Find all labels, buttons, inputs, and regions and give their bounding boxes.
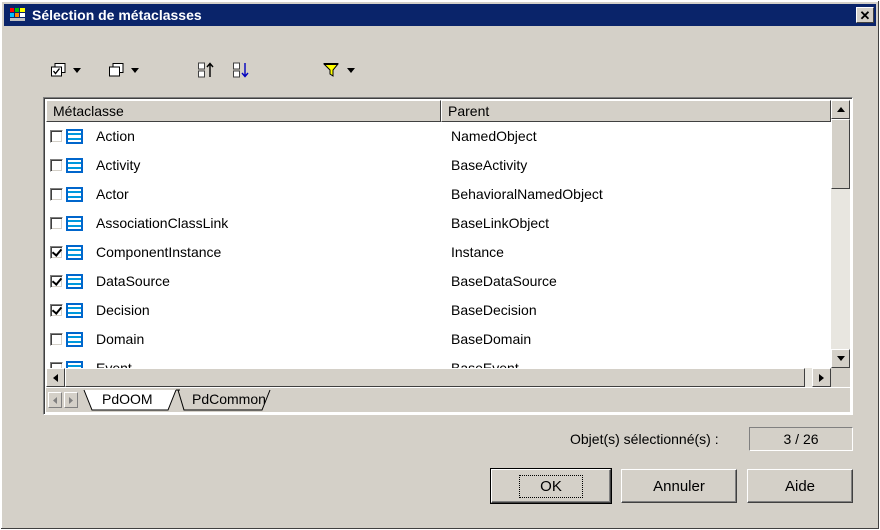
list-item[interactable]: ComponentInstance Instance <box>46 238 831 267</box>
horizontal-scrollbar[interactable] <box>46 368 831 387</box>
toolbar <box>43 59 403 85</box>
help-button[interactable]: Aide <box>747 469 853 503</box>
arrow-right-icon <box>819 373 824 382</box>
metaclass-icon <box>66 245 83 260</box>
selection-count-label: Objet(s) sélectionné(s) : <box>570 431 719 447</box>
arrow-left-icon <box>53 373 58 382</box>
scroll-up-button[interactable] <box>831 100 850 119</box>
metaclass-icon <box>66 129 83 144</box>
tab-pdcommon[interactable]: PdCommon <box>184 390 274 410</box>
metaclass-icon <box>66 274 83 289</box>
metaclass-app-icon <box>10 7 28 23</box>
list-item[interactable]: Decision BaseDecision <box>46 296 831 325</box>
metaclass-name: DataSource <box>96 273 170 289</box>
ok-button-label: OK <box>519 474 583 498</box>
metaclass-name: Decision <box>96 302 150 318</box>
select-all-icon <box>51 63 66 77</box>
tab-pdoom[interactable]: PdOOM <box>94 390 161 410</box>
row-checkbox[interactable] <box>50 159 63 172</box>
metaclass-name: Action <box>96 128 135 144</box>
row-checkbox-checked[interactable] <box>50 304 63 317</box>
tab-next-button[interactable] <box>64 392 78 408</box>
select-all-button[interactable] <box>51 59 81 81</box>
metaclass-parent: BaseLinkObject <box>451 215 550 231</box>
list-item[interactable]: Action NamedObject <box>46 122 831 151</box>
move-to-bottom-icon <box>233 62 249 78</box>
metaclass-list[interactable]: Métaclasse Parent Action NamedObject Act… <box>43 97 853 415</box>
cancel-button[interactable]: Annuler <box>621 469 737 503</box>
row-checkbox-checked[interactable] <box>50 275 63 288</box>
dialog-window: Sélection de métaclasses ✕ Métaclasse Pa… <box>0 0 880 530</box>
metaclass-icon <box>66 332 83 347</box>
arrow-right-icon <box>69 396 73 404</box>
metaclass-icon <box>66 216 83 231</box>
metaclass-parent: BaseDecision <box>451 302 537 318</box>
list-rows: Action NamedObject Activity BaseActivity… <box>46 122 831 388</box>
window-title: Sélection de métaclasses <box>32 7 202 23</box>
metaclass-parent: Instance <box>451 244 504 260</box>
ok-button[interactable]: OK <box>490 468 612 504</box>
tab-bar: PdOOM PdCommon <box>46 388 850 412</box>
list-item[interactable]: DataSource BaseDataSource <box>46 267 831 296</box>
arrow-down-icon <box>836 356 845 361</box>
move-to-bottom-button[interactable] <box>233 59 249 81</box>
vertical-scrollbar[interactable] <box>831 100 850 368</box>
filter-button[interactable] <box>323 59 355 81</box>
row-checkbox[interactable] <box>50 188 63 201</box>
title-bar[interactable]: Sélection de métaclasses ✕ <box>4 4 876 26</box>
scroll-right-button[interactable] <box>812 368 831 387</box>
metaclass-name: Domain <box>96 331 145 347</box>
list-header: Métaclasse Parent <box>46 100 831 122</box>
move-to-top-button[interactable] <box>198 59 214 81</box>
column-header-parent[interactable]: Parent <box>441 100 831 122</box>
arrow-up-icon <box>836 107 845 112</box>
scroll-thumb[interactable] <box>831 119 850 189</box>
metaclass-name: Activity <box>96 157 141 173</box>
column-header-metaclass[interactable]: Métaclasse <box>46 100 441 122</box>
row-checkbox[interactable] <box>50 333 63 346</box>
row-checkbox[interactable] <box>50 130 63 143</box>
scroll-left-button[interactable] <box>46 368 65 387</box>
chevron-down-icon <box>347 67 355 73</box>
cancel-button-label: Annuler <box>653 477 705 495</box>
deselect-all-button[interactable] <box>109 59 139 81</box>
metaclass-name: ComponentInstance <box>96 244 222 260</box>
list-item[interactable]: Actor BehavioralNamedObject <box>46 180 831 209</box>
metaclass-parent: BaseDomain <box>451 331 532 347</box>
metaclass-icon <box>66 303 83 318</box>
chevron-down-icon <box>73 67 81 73</box>
selection-count-value: 3 / 26 <box>749 427 853 451</box>
list-item[interactable]: AssociationClassLink BaseLinkObject <box>46 209 831 238</box>
metaclass-parent: BaseActivity <box>451 157 528 173</box>
metaclass-icon <box>66 187 83 202</box>
metaclass-parent: BehavioralNamedObject <box>451 186 603 202</box>
list-item[interactable]: Domain BaseDomain <box>46 325 831 354</box>
close-button[interactable]: ✕ <box>856 7 874 23</box>
deselect-all-icon <box>109 63 124 77</box>
list-item[interactable]: Activity BaseActivity <box>46 151 831 180</box>
metaclass-name: AssociationClassLink <box>96 215 229 231</box>
help-button-label: Aide <box>784 477 816 495</box>
row-checkbox-checked[interactable] <box>50 246 63 259</box>
scroll-down-button[interactable] <box>831 349 850 368</box>
move-to-top-icon <box>198 62 214 78</box>
tab-prev-button[interactable] <box>48 392 62 408</box>
arrow-left-icon <box>53 396 57 404</box>
chevron-down-icon <box>131 67 139 73</box>
scrollbar-corner <box>831 368 850 387</box>
metaclass-name: Actor <box>96 186 129 202</box>
metaclass-icon <box>66 158 83 173</box>
row-checkbox[interactable] <box>50 217 63 230</box>
close-icon: ✕ <box>859 7 871 23</box>
metaclass-parent: NamedObject <box>451 128 537 144</box>
filter-icon <box>323 63 340 77</box>
horizontal-scroll-thumb[interactable] <box>65 368 805 387</box>
metaclass-parent: BaseDataSource <box>451 273 557 289</box>
